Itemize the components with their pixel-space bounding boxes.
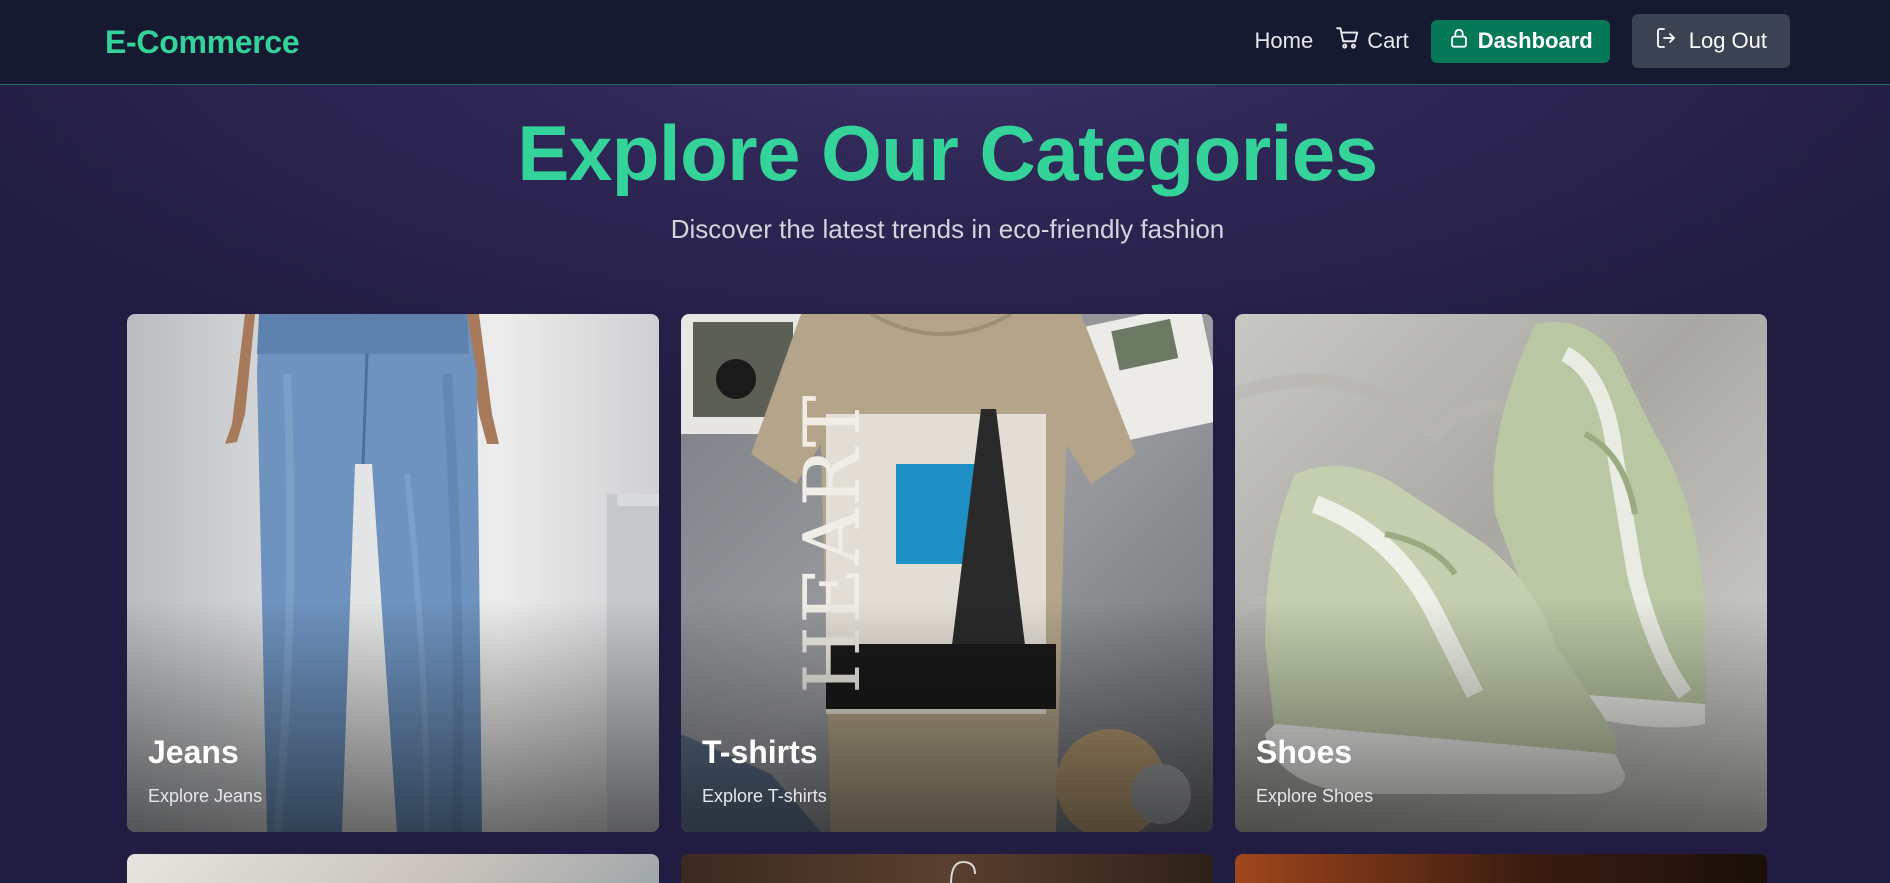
category-title: Jeans [148, 734, 239, 770]
category-card-5[interactable] [681, 854, 1213, 883]
category-card-jeans[interactable]: Jeans Explore Jeans [127, 314, 659, 832]
logout-button[interactable]: Log Out [1631, 14, 1790, 68]
dashboard-button[interactable]: Dashboard [1430, 19, 1610, 63]
category-card-6[interactable] [1235, 854, 1767, 883]
logout-label: Log Out [1688, 28, 1767, 53]
category-card-tshirts[interactable]: HEART T-shirts Explore T-shirts [681, 314, 1213, 832]
category-title: Shoes [1256, 734, 1353, 770]
nav-menu: Home Cart Dashboard Log Out [1255, 14, 1790, 68]
nav-home-label: Home [1254, 28, 1314, 53]
brand-logo[interactable]: E-Commerce [105, 24, 300, 61]
page-title: Explore Our Categories [517, 109, 1378, 197]
navbar: E-Commerce Home Cart Dashboard Log Out [0, 0, 1890, 85]
cart-icon [1335, 25, 1361, 57]
nav-cart-label: Cart [1367, 28, 1409, 53]
category-image [1235, 854, 1767, 883]
category-card-shoes[interactable]: Shoes Explore Shoes [1235, 314, 1767, 832]
category-grid: Jeans Explore Jeans HEART [127, 314, 1768, 883]
category-link[interactable]: Explore T-shirts [702, 786, 827, 807]
category-image [681, 854, 1213, 883]
page-subtitle: Discover the latest trends in eco-friend… [670, 214, 1225, 244]
category-link[interactable]: Explore Shoes [1256, 786, 1373, 807]
category-card-4[interactable] [127, 854, 659, 883]
dashboard-label: Dashboard [1477, 28, 1593, 53]
logout-icon [1655, 26, 1679, 56]
lock-icon [1448, 27, 1470, 55]
category-link[interactable]: Explore Jeans [148, 786, 262, 807]
category-title: T-shirts [702, 734, 818, 770]
nav-cart-link[interactable]: Cart [1335, 25, 1409, 57]
category-image [127, 854, 659, 883]
nav-home-link[interactable]: Home [1255, 28, 1314, 54]
